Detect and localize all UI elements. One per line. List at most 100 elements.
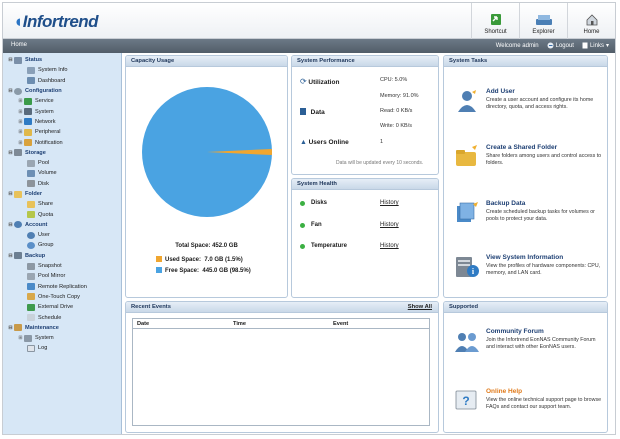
collapse-icon[interactable]: ⊟ xyxy=(7,88,14,94)
explorer-icon xyxy=(535,15,552,25)
configuration-icon xyxy=(14,87,22,95)
service-icon xyxy=(24,97,32,105)
utilization-icon: ⟳ xyxy=(300,77,307,86)
column-date[interactable]: Date xyxy=(137,321,149,327)
expand-icon[interactable]: ⊞ xyxy=(17,335,24,341)
task-backup-data[interactable]: Backup Data Create scheduled backup task… xyxy=(454,200,602,234)
sidebar-group-account[interactable]: ⊟ Account xyxy=(3,220,121,230)
task-create-shared-folder[interactable]: Create a Shared Folder Share folders amo… xyxy=(454,144,602,178)
top-header: ◖Infortrend Shortcut Explorer Home xyxy=(3,3,615,39)
community-forum-link[interactable]: Community Forum Join the Infortrend EonN… xyxy=(454,328,602,362)
expand-icon[interactable]: ⊞ xyxy=(17,140,24,146)
column-time[interactable]: Time xyxy=(233,321,246,327)
user-icon xyxy=(27,231,35,239)
sidebar-item-remote-replication[interactable]: Remote Replication xyxy=(3,282,121,292)
used-swatch xyxy=(156,256,162,262)
disk-icon xyxy=(27,180,35,188)
collapse-icon[interactable]: ⊟ xyxy=(7,222,14,228)
logout-link[interactable]: Logout xyxy=(547,42,574,49)
update-note: Data will be updated every 10 seconds. xyxy=(336,160,424,166)
sidebar-item-pool[interactable]: Pool xyxy=(3,158,121,168)
panel-title: Capacity Usage xyxy=(126,56,287,67)
online-help-link[interactable]: ? Online Help View the online technical … xyxy=(454,388,602,422)
breadcrumb-bar: Home Welcome admin Logout Links ▾ xyxy=(3,39,615,53)
sidebar-item-quota[interactable]: Quota xyxy=(3,209,121,219)
one-touch-copy-icon xyxy=(27,293,35,301)
history-link[interactable]: History xyxy=(380,243,399,249)
sidebar-item-maintenance-system[interactable]: ⊞ System xyxy=(3,333,121,343)
sidebar-item-disk[interactable]: Disk xyxy=(3,179,121,189)
write-value: Write: 0 KB/s xyxy=(380,123,412,129)
history-link[interactable]: History xyxy=(380,222,399,228)
expand-icon[interactable]: ⊞ xyxy=(17,98,24,104)
history-link[interactable]: History xyxy=(380,200,399,206)
sidebar-item-pool-mirror[interactable]: Pool Mirror xyxy=(3,271,121,281)
status-ok-icon xyxy=(300,222,305,228)
users-online-row: ▲ Users Online xyxy=(300,139,349,146)
welcome-text: Welcome admin xyxy=(495,42,539,49)
supported-panel: Supported Community Forum Join the Infor… xyxy=(443,301,608,433)
sidebar-group-maintenance[interactable]: ⊟ Maintenance xyxy=(3,323,121,333)
quota-icon xyxy=(27,211,35,219)
collapse-icon[interactable]: ⊟ xyxy=(7,150,14,156)
expand-icon[interactable]: ⊞ xyxy=(17,129,24,135)
community-forum-icon xyxy=(455,333,479,352)
infortrend-logo[interactable]: ◖Infortrend xyxy=(13,12,99,32)
collapse-icon[interactable]: ⊟ xyxy=(7,57,14,63)
shortcut-button[interactable]: Shortcut xyxy=(471,3,519,39)
shortcut-icon xyxy=(490,14,501,25)
free-swatch xyxy=(156,267,162,273)
sidebar-item-dashboard[interactable]: Dashboard xyxy=(3,76,121,86)
task-add-user[interactable]: Add User Create a user account and confi… xyxy=(454,88,602,122)
maintenance-icon xyxy=(14,324,22,332)
sidebar-item-log[interactable]: Log xyxy=(3,343,121,353)
home-button[interactable]: Home xyxy=(567,3,615,39)
sidebar-item-snapshot[interactable]: Snapshot xyxy=(3,261,121,271)
volume-icon xyxy=(27,169,35,177)
system-performance-panel: System Performance ⟳ Utilization CPU: 5.… xyxy=(291,55,439,175)
external-drive-icon xyxy=(27,303,35,311)
sidebar-item-system-info[interactable]: System Info xyxy=(3,65,121,75)
sidebar-item-share[interactable]: Share xyxy=(3,199,121,209)
collapse-icon[interactable]: ⊟ xyxy=(7,325,14,331)
sidebar-item-external-drive[interactable]: External Drive xyxy=(3,302,121,312)
sidebar-group-configuration[interactable]: ⊟ Configuration xyxy=(3,86,121,96)
remote-replication-icon xyxy=(27,283,35,291)
expand-icon[interactable]: ⊞ xyxy=(17,109,24,115)
app-window: ◖Infortrend Shortcut Explorer Home Home … xyxy=(2,2,616,435)
breadcrumb[interactable]: Home xyxy=(11,42,27,48)
chevron-down-icon: ▾ xyxy=(605,43,609,49)
collapse-icon[interactable]: ⊟ xyxy=(7,191,14,197)
sidebar-item-group[interactable]: Group xyxy=(3,240,121,250)
task-view-system-information[interactable]: i View System Information View the profi… xyxy=(454,254,602,288)
sidebar-item-network[interactable]: ⊞ Network xyxy=(3,117,121,127)
sidebar-item-notification[interactable]: ⊞ Notification xyxy=(3,137,121,147)
column-event[interactable]: Event xyxy=(333,321,348,327)
links-menu[interactable]: Links ▾ xyxy=(582,42,609,49)
panel-title: Recent Events Show All xyxy=(126,302,438,313)
cpu-value: CPU: 5.0% xyxy=(380,77,408,83)
storage-icon xyxy=(14,149,22,157)
show-all-link[interactable]: Show All xyxy=(408,304,432,310)
explorer-button[interactable]: Explorer xyxy=(519,3,567,39)
sidebar-group-storage[interactable]: ⊟ Storage xyxy=(3,148,121,158)
sidebar-item-volume[interactable]: Volume xyxy=(3,168,121,178)
sidebar-group-backup[interactable]: ⊟ Backup xyxy=(3,251,121,261)
sidebar-item-one-touch-copy[interactable]: One-Touch Copy xyxy=(3,292,121,302)
top-nav: Shortcut Explorer Home xyxy=(471,3,615,39)
sidebar-item-system[interactable]: ⊞ System xyxy=(3,106,121,116)
schedule-icon xyxy=(27,314,35,322)
collapse-icon[interactable]: ⊟ xyxy=(7,253,14,259)
health-row-fan: Fan History xyxy=(300,222,430,228)
sidebar-item-service[interactable]: ⊞ Service xyxy=(3,96,121,106)
panel-title: Supported xyxy=(444,302,607,313)
log-icon xyxy=(27,344,35,352)
recent-events-panel: Recent Events Show All Date Time Event xyxy=(125,301,439,433)
sidebar-item-user[interactable]: User xyxy=(3,230,121,240)
sidebar-item-schedule[interactable]: Schedule xyxy=(3,312,121,322)
expand-icon[interactable]: ⊞ xyxy=(17,119,24,125)
sidebar-group-folder[interactable]: ⊟ Folder xyxy=(3,189,121,199)
sidebar-item-peripheral[interactable]: ⊞ Peripheral xyxy=(3,127,121,137)
data-row: Data xyxy=(300,108,325,116)
sidebar-group-status[interactable]: ⊟ Status xyxy=(3,55,121,65)
